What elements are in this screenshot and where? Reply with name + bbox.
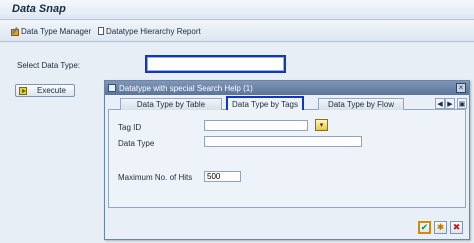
- search-help-dialog: Datatype with special Search Help (1) × …: [104, 80, 470, 240]
- continue-checkmark-icon[interactable]: ✔: [418, 221, 431, 234]
- data-type-manager-label: Data Type Manager: [21, 26, 92, 36]
- dialog-title-bar[interactable]: Datatype with special Search Help (1) ×: [105, 81, 469, 95]
- datatype-hierarchy-report-button[interactable]: Datatype Hierarchy Report: [98, 24, 201, 38]
- dialog-window-icon: [108, 84, 116, 92]
- tag-id-input[interactable]: [204, 120, 308, 131]
- execute-label: Execute: [37, 86, 66, 95]
- tab-data-type-by-tags[interactable]: Data Type by Tags: [226, 96, 304, 111]
- max-hits-input[interactable]: [204, 171, 241, 182]
- execute-icon: [19, 86, 27, 95]
- application-toolbar: Data Type Manager Datatype Hierarchy Rep…: [0, 20, 474, 42]
- tag-id-label: Tag ID: [118, 123, 142, 132]
- close-icon[interactable]: ×: [456, 83, 466, 93]
- data-type-label: Data Type: [118, 139, 155, 148]
- tab-scroll-right-icon[interactable]: ▶: [445, 98, 455, 109]
- edit-pencil-icon: [11, 28, 19, 36]
- select-data-type-input[interactable]: [147, 57, 284, 71]
- window-title-bar: Data Snap: [0, 0, 474, 20]
- data-type-input[interactable]: [204, 136, 362, 147]
- dialog-title: Datatype with special Search Help (1): [119, 83, 253, 93]
- tab-scroll-left-icon[interactable]: ◀: [435, 98, 445, 109]
- value-help-icon[interactable]: ▾: [315, 119, 328, 131]
- tab-strip: Data Type by Table Data Type by Tags Dat…: [108, 96, 467, 111]
- window-title: Data Snap: [12, 3, 66, 15]
- select-data-type-field-frame: [145, 55, 286, 73]
- tab-list-menu-icon[interactable]: ▣: [457, 98, 467, 109]
- search-icon[interactable]: ✱: [434, 221, 447, 234]
- data-type-manager-button[interactable]: Data Type Manager: [11, 24, 91, 38]
- datatype-hierarchy-report-label: Datatype Hierarchy Report: [106, 26, 201, 36]
- tab-panel-tags: Tag ID ▾ Data Type Maximum No. of Hits: [108, 110, 466, 208]
- tab-data-type-by-flow[interactable]: Data Type by Flow: [318, 98, 404, 110]
- execute-button[interactable]: Execute: [15, 84, 75, 97]
- cancel-icon[interactable]: ✖: [450, 221, 463, 234]
- max-hits-label: Maximum No. of Hits: [118, 173, 193, 182]
- tab-data-type-by-table[interactable]: Data Type by Table: [120, 98, 222, 110]
- document-icon: [98, 27, 104, 35]
- select-data-type-label: Select Data Type:: [17, 61, 80, 70]
- dialog-footer: ✔ ✱ ✖: [105, 211, 469, 239]
